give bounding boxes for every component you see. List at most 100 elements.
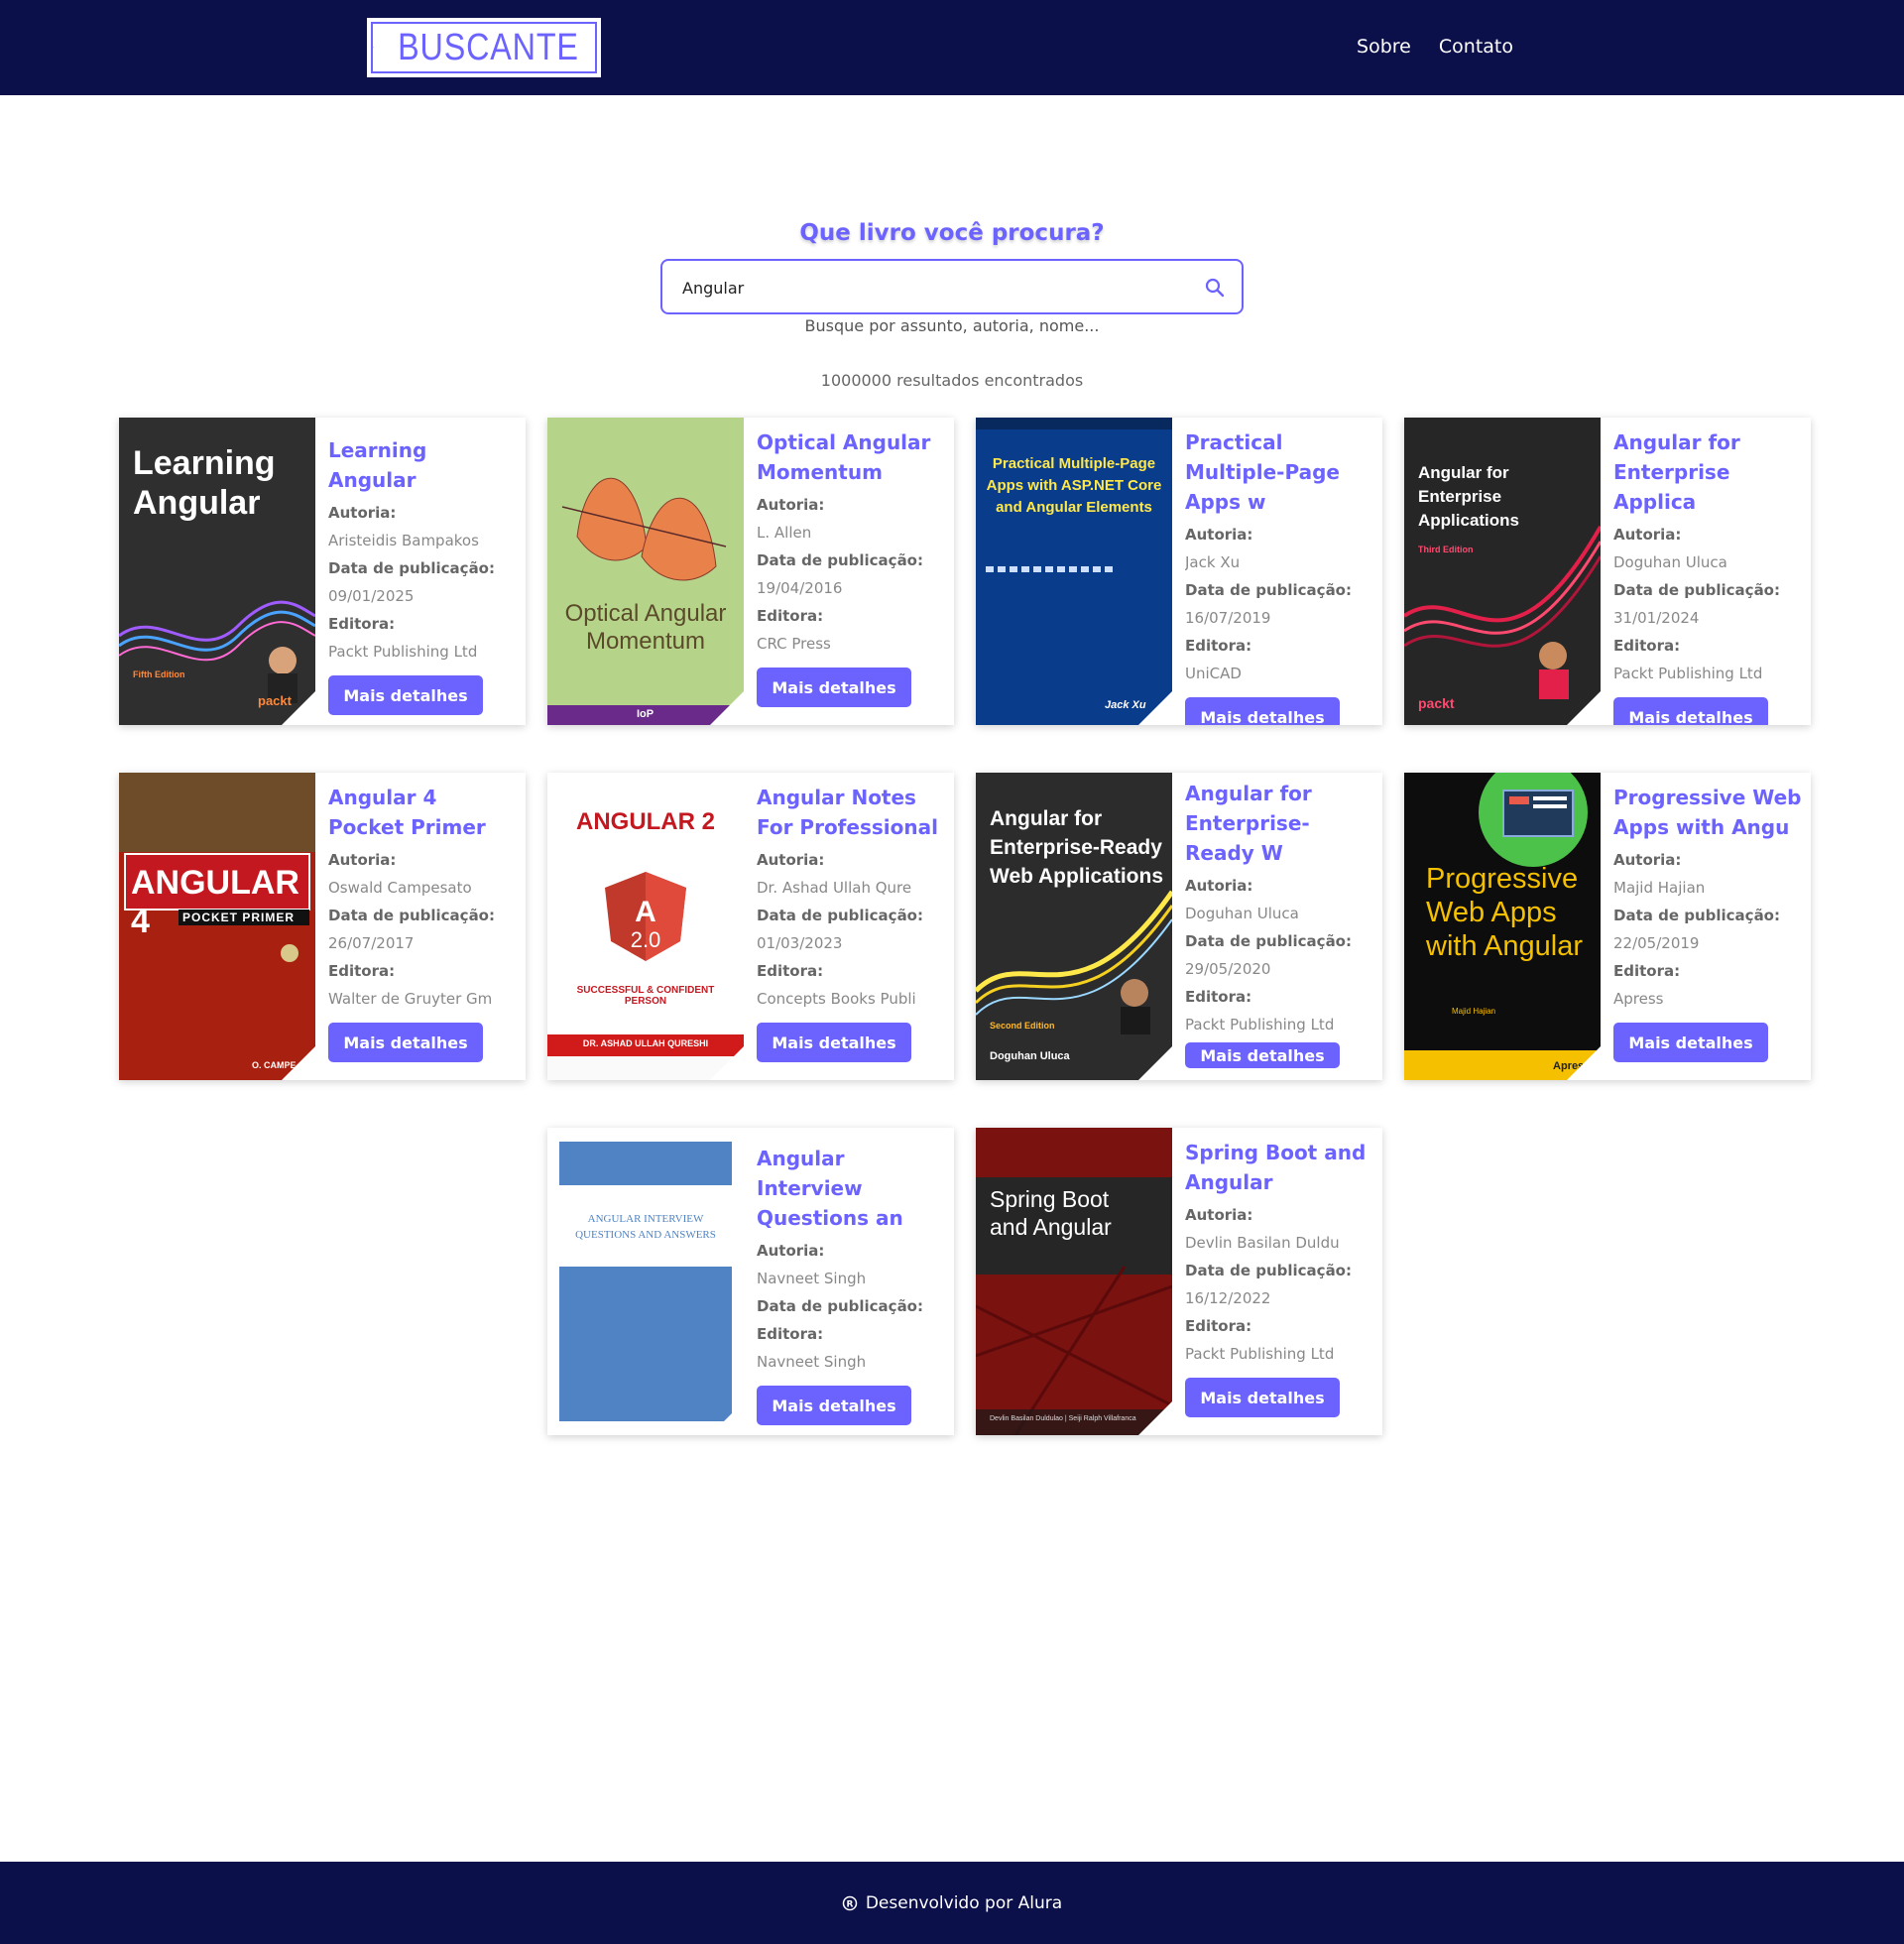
date-value: 01/03/2023	[757, 934, 843, 952]
details-button[interactable]: Mais detalhes	[1613, 1023, 1768, 1062]
publisher-value: Apress	[1613, 990, 1664, 1008]
details-button[interactable]: Mais detalhes	[328, 1023, 483, 1062]
book-cover[interactable]: Angular for Enterprise Applications Thir…	[1404, 418, 1601, 725]
author-label: Autoria:	[1185, 877, 1253, 895]
book-cover[interactable]: Learning Angular Fifth Edition packt	[119, 418, 315, 725]
book-cover[interactable]: Spring Boot and Angular Devlin Basilan D…	[976, 1128, 1172, 1435]
book-title[interactable]: Progressive Web Apps with Angu	[1613, 783, 1802, 842]
brand-logo[interactable]: BUSCANTE	[367, 18, 601, 77]
author-value: Oswald Campesato	[328, 879, 472, 897]
author-value: Doguhan Uluca	[1185, 905, 1299, 922]
publisher-label: Editora:	[1185, 1317, 1252, 1335]
search-icon[interactable]	[1204, 277, 1226, 299]
details-button[interactable]: Mais detalhes	[1613, 697, 1768, 725]
page-curl	[710, 1046, 744, 1080]
book-title[interactable]: Spring Boot and Angular	[1185, 1138, 1373, 1197]
book-card: Practical Multiple-Page Apps with ASP.NE…	[976, 418, 1382, 725]
author-value: Doguhan Uluca	[1613, 553, 1727, 571]
date-value: 31/01/2024	[1613, 609, 1700, 627]
publisher-label: Editora:	[1613, 962, 1681, 980]
cover-author: Devlin Basilan Duldulao | Seiji Ralph Vi…	[990, 1415, 1136, 1422]
details-button[interactable]: Mais detalhes	[1185, 1378, 1340, 1417]
publisher-value: CRC Press	[757, 635, 831, 653]
results-count: 1000000 resultados encontrados	[820, 371, 1084, 390]
publisher-label: Editora:	[1185, 988, 1252, 1006]
date-value: 29/05/2020	[1185, 960, 1271, 978]
author-value: Navneet Singh	[757, 1270, 867, 1287]
author-label: Autoria:	[1185, 1206, 1253, 1224]
page-curl	[1138, 691, 1172, 725]
details-button[interactable]: Mais detalhes	[757, 1023, 911, 1062]
book-cover[interactable]: Progressive Web Apps with Angular Majid …	[1404, 773, 1601, 1080]
page-curl	[1567, 1046, 1601, 1080]
publisher-label: Editora:	[757, 607, 824, 625]
book-info: Angular Notes For Professional Autoria: …	[757, 783, 945, 1062]
page-curl	[710, 1401, 744, 1435]
cover-title: Practical Multiple-Page Apps with ASP.NE…	[986, 455, 1162, 516]
search-input[interactable]	[682, 273, 1178, 303]
publisher-label: Editora:	[1613, 637, 1681, 655]
book-title[interactable]: Optical Angular Momentum	[757, 427, 945, 487]
date-value: 22/05/2019	[1613, 934, 1700, 952]
cover-subtitle: SUCCESSFUL & CONFIDENT PERSON	[576, 985, 715, 1007]
book-title[interactable]: Practical Multiple-Page Apps w	[1185, 427, 1373, 517]
book-title[interactable]: Angular Notes For Professional	[757, 783, 945, 842]
logo-text: BUSCANTE	[398, 26, 579, 68]
search-hint: Busque por assunto, autoria, nome...	[804, 316, 1100, 335]
date-label: Data de publicação:	[757, 907, 923, 924]
publisher-value: Packt Publishing Ltd	[1185, 1016, 1335, 1033]
author-value: Dr. Ashad Ullah Qure	[757, 879, 912, 897]
book-cover[interactable]: ANGULAR 4 POCKET PRIMER O. CAMPE	[119, 773, 315, 1080]
date-label: Data de publicação:	[328, 907, 495, 924]
book-title[interactable]: Angular Interview Questions an	[757, 1144, 945, 1233]
book-info: Learning Angular Autoria: Aristeidis Bam…	[328, 435, 517, 715]
book-info: Angular 4 Pocket Primer Autoria: Oswald …	[328, 783, 517, 1062]
details-button[interactable]: Mais detalhes	[757, 1386, 911, 1425]
publisher-value: Navneet Singh	[757, 1353, 867, 1371]
book-title[interactable]: Angular for Enterprise-Ready W	[1185, 779, 1373, 868]
svg-text:A: A	[635, 896, 656, 928]
author-label: Autoria:	[1613, 526, 1682, 544]
page-curl	[1567, 691, 1601, 725]
publisher-value: Packt Publishing Ltd	[328, 643, 478, 661]
search-title: Que livro você procura?	[799, 220, 1105, 246]
details-button[interactable]: Mais detalhes	[1185, 697, 1340, 725]
book-cover[interactable]: ANGULAR INTERVIEW QUESTIONS AND ANSWERS	[547, 1128, 744, 1435]
book-cover[interactable]: Optical Angular Momentum IoP	[547, 418, 744, 725]
details-button[interactable]: Mais detalhes	[757, 668, 911, 707]
date-value: 16/12/2022	[1185, 1289, 1271, 1307]
details-button[interactable]: Mais detalhes	[1185, 1042, 1340, 1068]
cover-title: Learning Angular	[133, 444, 276, 522]
publisher-label: Editora:	[328, 615, 396, 633]
date-label: Data de publicação:	[1613, 581, 1780, 599]
book-info: Optical Angular Momentum Autoria: L. All…	[757, 427, 945, 707]
author-label: Autoria:	[328, 851, 397, 869]
date-label: Data de publicação:	[757, 1297, 923, 1315]
page-curl	[282, 1046, 315, 1080]
page-curl	[282, 691, 315, 725]
book-card: Progressive Web Apps with Angular Majid …	[1404, 773, 1811, 1080]
book-card: Angular for Enterprise Applications Thir…	[1404, 418, 1811, 725]
nav-link-contato[interactable]: Contato	[1439, 36, 1513, 58]
publisher-label: Editora:	[1185, 637, 1252, 655]
book-cover[interactable]: Practical Multiple-Page Apps with ASP.NE…	[976, 418, 1172, 725]
date-label: Data de publicação:	[1185, 1262, 1352, 1279]
nav-link-sobre[interactable]: Sobre	[1357, 36, 1411, 58]
book-card: Optical Angular Momentum IoP Optical Ang…	[547, 418, 954, 725]
books-icon	[373, 47, 375, 49]
book-title[interactable]: Angular for Enterprise Applica	[1613, 427, 1802, 517]
book-cover[interactable]: Angular for Enterprise-Ready Web Applica…	[976, 773, 1172, 1080]
author-value: Jack Xu	[1185, 553, 1241, 571]
book-info: Angular for Enterprise Applica Autoria: …	[1613, 427, 1802, 725]
date-value: 19/04/2016	[757, 579, 843, 597]
cover-title: Optical Angular Momentum	[564, 600, 727, 655]
cover-publisher: packt	[1418, 695, 1455, 711]
publisher-value: UniCAD	[1185, 665, 1242, 682]
book-title[interactable]: Angular 4 Pocket Primer	[328, 783, 517, 842]
cover-subtitle: POCKET PRIMER	[182, 911, 296, 924]
details-button[interactable]: Mais detalhes	[328, 675, 483, 715]
date-label: Data de publicação:	[1613, 907, 1780, 924]
book-cover[interactable]: A 2.0 ANGULAR 2 SUCCESSFUL & CONFIDENT P…	[547, 773, 744, 1080]
logo-frame: BUSCANTE	[371, 22, 597, 73]
book-title[interactable]: Learning Angular	[328, 435, 517, 495]
